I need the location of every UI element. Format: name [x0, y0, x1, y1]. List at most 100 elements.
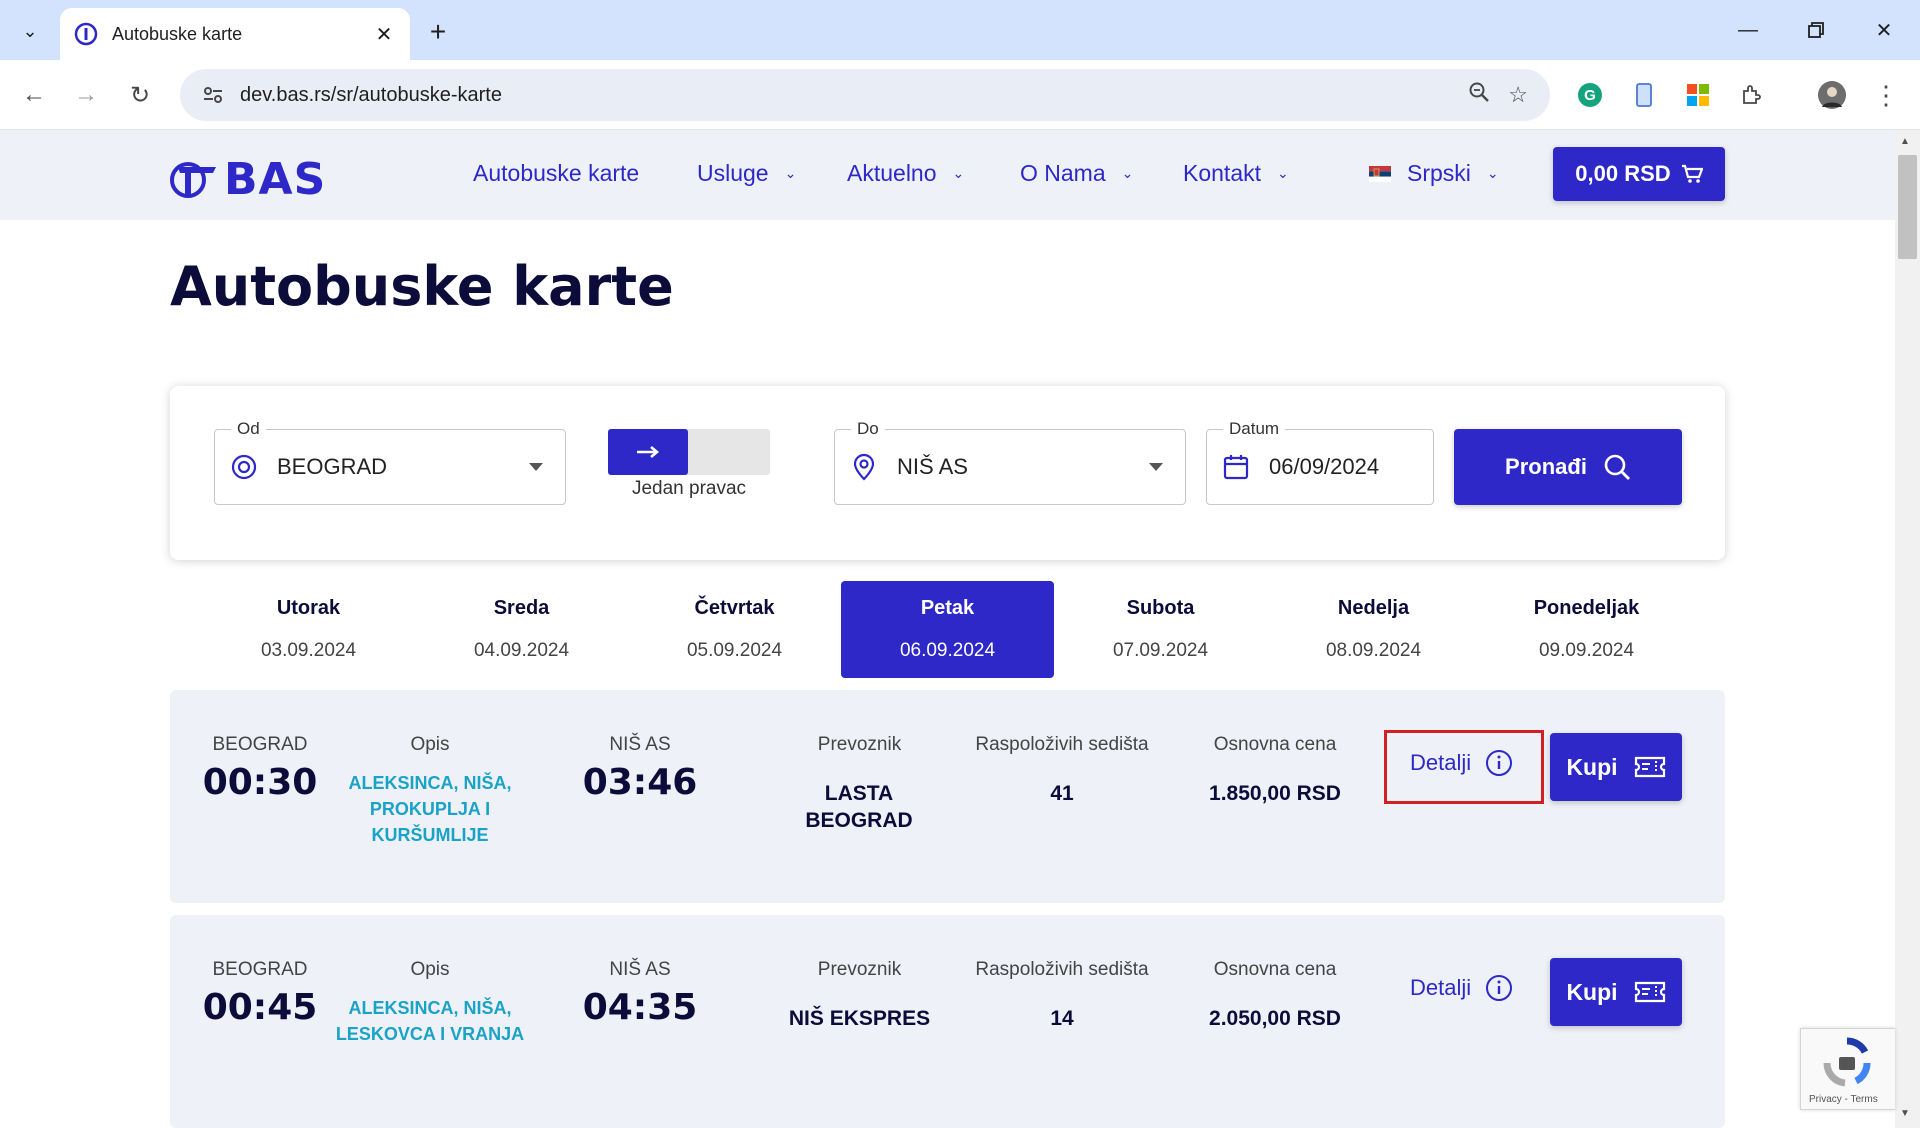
recaptcha-badge[interactable]: Privacy - Terms [1800, 1028, 1895, 1110]
forward-arrow-icon[interactable]: → [66, 75, 106, 115]
tab-search-button[interactable]: ⌄ [10, 11, 50, 51]
new-tab-button[interactable]: + [420, 14, 456, 50]
day-date: 05.09.2024 [686, 640, 783, 661]
site-info-icon[interactable] [198, 80, 228, 110]
nav-autobuske-karte[interactable]: Autobuske karte [473, 160, 639, 187]
details-button[interactable]: Detalji [1410, 749, 1513, 777]
nav-usluge[interactable]: Usluge ⌄ [697, 160, 796, 187]
back-arrow-icon[interactable]: ← [14, 75, 54, 115]
page-scrollbar[interactable] [1895, 130, 1920, 1128]
caret-down-icon [1149, 463, 1163, 471]
base-price: 1.850,00 RSD [1209, 782, 1341, 805]
scroll-down-icon[interactable]: ▼ [1900, 1108, 1910, 1119]
extensions-puzzle-icon[interactable] [1734, 77, 1770, 113]
recaptcha-icon [1823, 1037, 1871, 1087]
cart-button[interactable]: 0,00 RSD [1553, 147, 1725, 201]
carrier-header: Prevoznik [817, 734, 902, 755]
minimize-icon[interactable]: — [1728, 14, 1768, 46]
day-date: 06.09.2024 [899, 640, 996, 661]
day-date: 03.09.2024 [260, 640, 357, 661]
buy-button[interactable]: Kupi [1550, 958, 1682, 1026]
details-label: Detalji [1410, 975, 1472, 1000]
nav-o-nama[interactable]: O Nama ⌄ [1020, 160, 1133, 187]
day-tab[interactable]: Četvrtak 05.09.2024 [628, 581, 841, 678]
route-description[interactable]: ALEKSINCA, NIŠA, LESKOVCA I VRANJA [335, 995, 525, 1047]
date-field[interactable]: Datum 06/09/2024 [1206, 419, 1434, 505]
details-button[interactable]: Detalji [1410, 974, 1513, 1002]
buy-button[interactable]: Kupi [1550, 733, 1682, 801]
date-value: 06/09/2024 [1269, 454, 1380, 479]
nav-kontakt[interactable]: Kontakt ⌄ [1183, 160, 1289, 187]
departure-station: BEOGRAD [212, 734, 308, 755]
day-tab[interactable]: Nedelja 08.09.2024 [1267, 581, 1480, 678]
search-icon [1604, 454, 1630, 480]
scrollbar-thumb[interactable] [1898, 155, 1917, 259]
seats-available: 41 [1050, 782, 1074, 805]
extension-phone-icon[interactable] [1626, 77, 1662, 113]
bas-logo-mark-icon [170, 161, 216, 198]
nav-aktuelno[interactable]: Aktuelno ⌄ [847, 160, 964, 187]
nav-label: Autobuske karte [473, 160, 640, 186]
target-icon [229, 452, 259, 482]
chevron-down-icon: ⌄ [1277, 165, 1289, 181]
microsoft-icon[interactable] [1680, 77, 1716, 113]
details-label: Detalji [1410, 750, 1472, 775]
recaptcha-text[interactable]: Privacy - Terms [1809, 1094, 1878, 1105]
bas-logo[interactable]: BAS [168, 154, 326, 205]
bas-favicon-icon [74, 22, 98, 46]
trip-row: BEOGRAD 00:45 Opis ALEKSINCA, NIŠA, LESK… [170, 915, 1725, 1128]
address-bar[interactable]: dev.bas.rs/sr/autobuske-karte ☆ [180, 69, 1550, 121]
reload-icon[interactable]: ↻ [120, 75, 160, 115]
nav-label: Usluge [697, 160, 769, 186]
logo-text: BAS [224, 154, 327, 205]
browser-tab[interactable]: Autobuske karte ✕ [60, 8, 410, 60]
day-tab[interactable]: Ponedeljak 09.09.2024 [1480, 581, 1693, 678]
info-icon [1486, 750, 1513, 776]
day-name: Sreda [493, 597, 550, 619]
zoom-icon[interactable] [1468, 81, 1490, 109]
profile-avatar[interactable] [1814, 77, 1850, 113]
bookmark-star-icon[interactable]: ☆ [1508, 82, 1528, 108]
calendar-icon [1221, 452, 1251, 482]
departure-cell: BEOGRAD 00:30 [190, 734, 330, 803]
search-form: Od BEOGRAD Jedan pravac Do NIŠ AS Datum … [170, 386, 1725, 560]
arrow-right-icon [608, 429, 688, 475]
tab-title: Autobuske karte [112, 23, 243, 44]
day-tab-active[interactable]: Petak 06.09.2024 [841, 581, 1054, 678]
ticket-icon [1634, 756, 1665, 778]
grammarly-icon[interactable]: G [1572, 77, 1608, 113]
description-header: Opis [410, 734, 450, 755]
restore-icon[interactable] [1796, 14, 1836, 46]
day-tab[interactable]: Subota 07.09.2024 [1054, 581, 1267, 678]
url-text: dev.bas.rs/sr/autobuske-karte [240, 83, 502, 106]
day-name: Petak [920, 597, 975, 619]
route-description[interactable]: ALEKSINCA, NIŠA, PROKUPLJA I KURŠUMLIJE [335, 770, 525, 848]
carrier-name: LASTA BEOGRAD [805, 782, 913, 832]
description-header: Opis [410, 959, 450, 980]
to-select[interactable]: Do NIŠ AS [834, 419, 1186, 505]
language-selector[interactable]: Srpski ⌄ [1369, 160, 1499, 187]
chevron-down-icon: ⌄ [1121, 165, 1134, 181]
description-cell: Opis ALEKSINCA, NIŠA, PROKUPLJA I KURŠUM… [335, 734, 525, 848]
from-select[interactable]: Od BEOGRAD [214, 419, 566, 505]
day-tab[interactable]: Utorak 03.09.2024 [202, 581, 415, 678]
search-button[interactable]: Pronađi [1454, 429, 1682, 505]
browser-tab-bar: ⌄ Autobuske karte ✕ + — ✕ [0, 0, 1920, 60]
info-icon [1486, 975, 1513, 1001]
scroll-up-icon[interactable]: ▲ [1900, 136, 1910, 147]
to-value: NIŠ AS [897, 454, 968, 479]
browser-menu-icon[interactable]: ⋮ [1868, 77, 1904, 113]
day-date: 07.09.2024 [1112, 640, 1209, 661]
seats-available: 14 [1050, 1007, 1074, 1030]
language-label: Srpski [1407, 160, 1471, 186]
day-name: Ponedeljak [1533, 597, 1640, 619]
day-tab[interactable]: Sreda 04.09.2024 [415, 581, 628, 678]
day-date: 09.09.2024 [1538, 640, 1635, 661]
direction-toggle[interactable] [608, 429, 770, 475]
close-icon[interactable]: ✕ [372, 22, 396, 47]
site-header: BAS Autobuske karte Usluge ⌄ Aktuelno ⌄ … [0, 130, 1895, 220]
serbia-flag-icon [1369, 165, 1391, 182]
departure-station: BEOGRAD [212, 959, 308, 980]
buy-label: Kupi [1566, 753, 1618, 780]
window-close-icon[interactable]: ✕ [1864, 14, 1904, 46]
